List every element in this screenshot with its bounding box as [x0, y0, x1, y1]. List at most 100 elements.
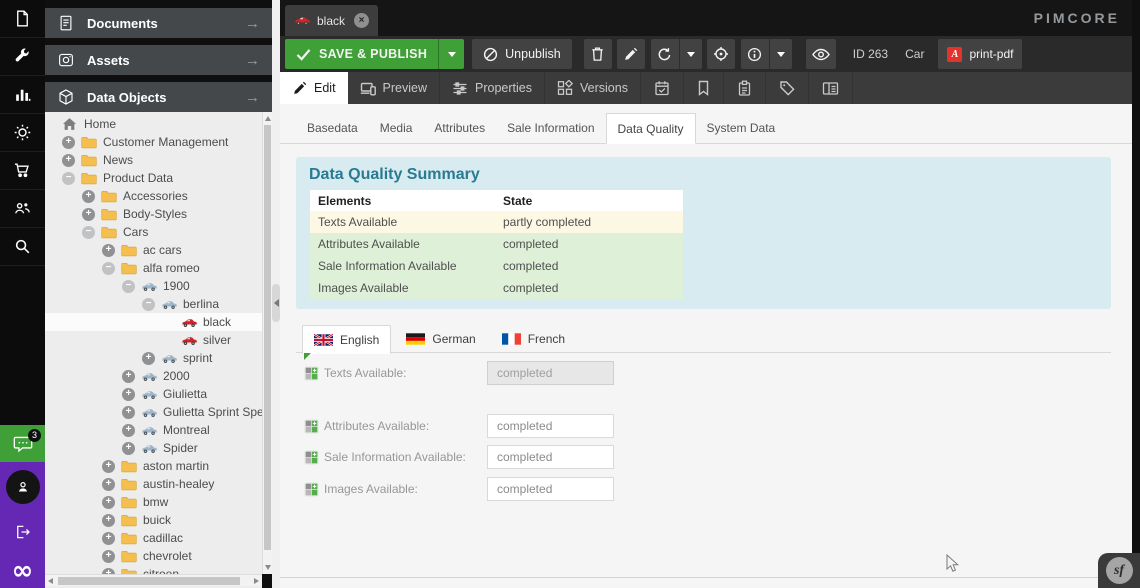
- expand-plus-icon[interactable]: +: [102, 532, 115, 545]
- tree-item-body-styles[interactable]: +Body-Styles: [45, 205, 262, 223]
- expand-plus-icon[interactable]: +: [82, 190, 95, 203]
- accordion-assets[interactable]: Assets →: [45, 45, 272, 75]
- tree-item-silver[interactable]: silver: [45, 331, 262, 349]
- view-tab-clipboard-button[interactable]: [724, 72, 766, 104]
- tree-item-aston-martin[interactable]: +aston martin: [45, 457, 262, 475]
- expand-plus-icon[interactable]: +: [82, 208, 95, 221]
- expand-plus-icon[interactable]: +: [102, 244, 115, 257]
- tree-item-ac-cars[interactable]: +ac cars: [45, 241, 262, 259]
- refresh-button[interactable]: [651, 39, 679, 69]
- collapse-minus-icon[interactable]: −: [102, 262, 115, 275]
- tree-item-1900[interactable]: −1900: [45, 277, 262, 295]
- view-tab-properties[interactable]: Properties: [440, 72, 545, 104]
- tree-item-home[interactable]: Home: [45, 115, 262, 133]
- scroll-left-arrow-icon[interactable]: [48, 578, 53, 584]
- target-button[interactable]: [707, 39, 735, 69]
- trash-button[interactable]: [584, 39, 612, 69]
- tree-item-chevrolet[interactable]: +chevrolet: [45, 547, 262, 565]
- expand-plus-icon[interactable]: +: [122, 442, 135, 455]
- logout-button[interactable]: [0, 512, 45, 552]
- refresh-dropdown[interactable]: [679, 39, 702, 69]
- expand-plus-icon[interactable]: +: [122, 406, 135, 419]
- view-tab-tag-button[interactable]: [766, 72, 809, 104]
- info-button[interactable]: [741, 39, 769, 69]
- layout-tab-basedata[interactable]: Basedata: [296, 113, 369, 144]
- rail-gear-button[interactable]: [0, 114, 45, 152]
- rail-file-button[interactable]: [0, 0, 45, 38]
- notifications-button[interactable]: 3: [0, 425, 45, 462]
- tree-item-spider[interactable]: +Spider: [45, 439, 262, 457]
- accordion-data-objects[interactable]: Data Objects →: [45, 82, 272, 112]
- layout-tab-sale-information[interactable]: Sale Information: [496, 113, 605, 144]
- tree-item-montreal[interactable]: +Montreal: [45, 421, 262, 439]
- rail-chart-button[interactable]: [0, 76, 45, 114]
- rail-search-button[interactable]: [0, 228, 45, 266]
- language-tab-german[interactable]: German: [395, 325, 486, 353]
- tree-item-black[interactable]: black: [45, 313, 262, 331]
- tree-item-giulietta[interactable]: +Giulietta: [45, 385, 262, 403]
- tab-close-icon[interactable]: ×: [354, 13, 369, 28]
- view-tab-edit[interactable]: Edit: [280, 72, 348, 104]
- expand-plus-icon[interactable]: +: [122, 424, 135, 437]
- symfony-debug-button[interactable]: sf: [1098, 553, 1140, 588]
- expand-plus-icon[interactable]: +: [102, 478, 115, 491]
- expand-plus-icon[interactable]: +: [122, 388, 135, 401]
- expand-plus-icon[interactable]: +: [122, 370, 135, 383]
- account-button[interactable]: [0, 462, 45, 512]
- pencil-button[interactable]: [617, 39, 645, 69]
- tree-item-bmw[interactable]: +bmw: [45, 493, 262, 511]
- tree-item-sprint[interactable]: +sprint: [45, 349, 262, 367]
- view-tab-bookmark-button[interactable]: [684, 72, 724, 104]
- view-tab-preview[interactable]: Preview: [348, 72, 440, 104]
- tree-item-product-data[interactable]: −Product Data: [45, 169, 262, 187]
- eye-button[interactable]: [806, 39, 836, 69]
- tree-vertical-scrollbar[interactable]: [262, 112, 272, 574]
- language-tab-french[interactable]: French: [491, 325, 576, 353]
- tree-item-customer-management[interactable]: +Customer Management: [45, 133, 262, 151]
- scroll-down-arrow-icon[interactable]: [265, 565, 271, 570]
- expand-plus-icon[interactable]: +: [102, 550, 115, 563]
- layout-tab-data-quality[interactable]: Data Quality: [606, 113, 696, 144]
- tree-item-alfa-romeo[interactable]: −alfa romeo: [45, 259, 262, 277]
- language-tab-english[interactable]: English: [302, 325, 391, 354]
- expand-plus-icon[interactable]: +: [62, 136, 75, 149]
- tab-black[interactable]: black ×: [285, 5, 378, 36]
- save-publish-button[interactable]: SAVE & PUBLISH: [285, 39, 438, 69]
- tree-item-2000[interactable]: +2000: [45, 367, 262, 385]
- rail-users-button[interactable]: [0, 190, 45, 228]
- collapse-minus-icon[interactable]: −: [142, 298, 155, 311]
- panel-collapse-handle[interactable]: [272, 284, 280, 322]
- tree-item-buick[interactable]: +buick: [45, 511, 262, 529]
- expand-plus-icon[interactable]: +: [102, 496, 115, 509]
- tree-horizontal-scrollbar[interactable]: [45, 574, 262, 586]
- expand-plus-icon[interactable]: +: [102, 460, 115, 473]
- field-input-sale-information-available[interactable]: completed: [487, 445, 614, 469]
- horizontal-scroll-thumb[interactable]: [58, 577, 240, 585]
- expand-plus-icon[interactable]: +: [102, 514, 115, 527]
- tree-item-berlina[interactable]: −berlina: [45, 295, 262, 313]
- tree-item-cars[interactable]: −Cars: [45, 223, 262, 241]
- pimcore-logo-button[interactable]: ∞: [0, 552, 45, 588]
- view-tab-layout-button[interactable]: [809, 72, 853, 104]
- tree-item-news[interactable]: +News: [45, 151, 262, 169]
- info-dropdown[interactable]: [769, 39, 792, 69]
- collapse-minus-icon[interactable]: −: [122, 280, 135, 293]
- view-tab-calendar-button[interactable]: [641, 72, 684, 104]
- tree-item-austin-healey[interactable]: +austin-healey: [45, 475, 262, 493]
- field-input-attributes-available[interactable]: completed: [487, 414, 614, 438]
- scroll-up-arrow-icon[interactable]: [265, 116, 271, 121]
- expand-plus-icon[interactable]: +: [142, 352, 155, 365]
- vertical-scroll-thumb[interactable]: [264, 125, 271, 550]
- unpublish-button[interactable]: Unpublish: [472, 39, 572, 69]
- expand-plus-icon[interactable]: +: [62, 154, 75, 167]
- layout-tab-media[interactable]: Media: [369, 113, 424, 144]
- layout-tab-attributes[interactable]: Attributes: [423, 113, 496, 144]
- field-input-texts-available[interactable]: completed: [487, 361, 614, 385]
- rail-wrench-button[interactable]: [0, 38, 45, 76]
- collapse-minus-icon[interactable]: −: [62, 172, 75, 185]
- rail-cart-button[interactable]: [0, 152, 45, 190]
- tree-item-gulietta-sprint-specia[interactable]: +Gulietta Sprint Specia: [45, 403, 262, 421]
- view-tab-versions[interactable]: Versions: [545, 72, 641, 104]
- print-pdf-button[interactable]: A print-pdf: [938, 39, 1022, 69]
- field-input-images-available[interactable]: completed: [487, 477, 614, 501]
